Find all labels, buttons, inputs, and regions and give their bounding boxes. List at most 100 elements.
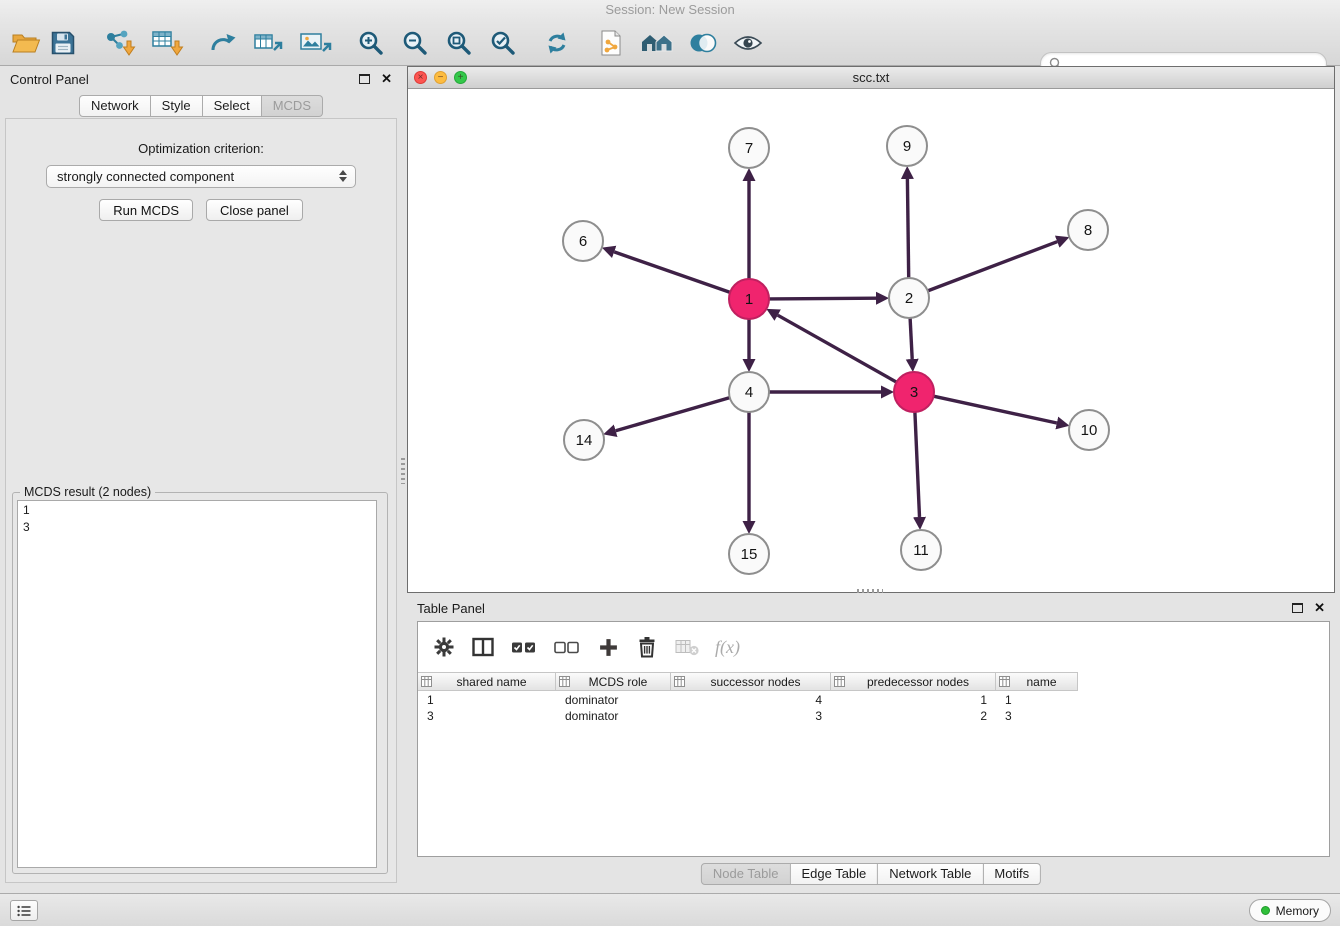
graph-node-14[interactable]: 14	[564, 420, 604, 460]
zoom-selected-icon[interactable]	[488, 25, 518, 61]
save-session-icon[interactable]	[48, 25, 78, 61]
graph-edge-3-1[interactable]	[778, 315, 897, 382]
graph-edge-3-11[interactable]	[915, 412, 920, 517]
memory-button[interactable]: Memory	[1249, 899, 1331, 922]
tab-style[interactable]: Style	[151, 95, 203, 117]
zoom-fit-icon[interactable]	[444, 25, 474, 61]
graph-node-1[interactable]: 1	[729, 279, 769, 319]
column-sort-icon	[834, 676, 845, 687]
chevron-updown-icon	[339, 170, 347, 182]
graph-edge-4-14[interactable]	[616, 398, 730, 431]
svg-text:6: 6	[579, 233, 587, 250]
network-window-titlebar: scc.txt × − +	[408, 67, 1334, 89]
tab-network-table[interactable]: Network Table	[878, 863, 983, 885]
show-columns-icon[interactable]	[471, 633, 495, 661]
graph-node-10[interactable]: 10	[1069, 410, 1109, 450]
export-table-icon[interactable]	[252, 25, 284, 61]
export-image-icon[interactable]	[298, 25, 332, 61]
table-cell: 2	[831, 708, 996, 724]
tab-mcds[interactable]: MCDS	[262, 95, 323, 117]
graph-edge-1-2[interactable]	[769, 298, 876, 299]
column-sort-icon	[999, 676, 1010, 687]
window-minimize-icon[interactable]: −	[434, 71, 447, 84]
graph-edge-2-3[interactable]	[910, 318, 912, 359]
graph-edge-2-9[interactable]	[907, 179, 908, 278]
float-table-panel-icon[interactable]	[1292, 603, 1303, 613]
tab-node-table[interactable]: Node Table	[701, 863, 791, 885]
svg-text:4: 4	[745, 384, 753, 401]
window-close-icon[interactable]: ×	[414, 71, 427, 84]
splitter-handle-horizontal[interactable]	[857, 589, 883, 593]
list-icon	[17, 905, 31, 917]
column-header-name[interactable]: name	[996, 673, 1078, 690]
svg-text:8: 8	[1084, 222, 1092, 239]
run-mcds-button[interactable]: Run MCDS	[99, 199, 193, 221]
refresh-layout-icon[interactable]	[542, 25, 572, 61]
close-panel-icon[interactable]: ✕	[381, 71, 392, 87]
svg-text:15: 15	[741, 546, 758, 563]
table-cell: dominator	[556, 692, 671, 708]
open-file-icon[interactable]	[10, 25, 42, 61]
close-table-panel-icon[interactable]: ✕	[1314, 600, 1325, 616]
delete-table-icon[interactable]	[674, 633, 700, 661]
graph-node-8[interactable]: 8	[1068, 210, 1108, 250]
window-zoom-icon[interactable]: +	[454, 71, 467, 84]
mcds-result-group: MCDS result (2 nodes) 1 3	[12, 492, 388, 874]
mcds-panel: Optimization criterion: strongly connect…	[5, 118, 397, 883]
select-all-icon[interactable]	[510, 633, 538, 661]
splitter-handle-vertical[interactable]	[401, 458, 405, 484]
svg-text:1: 1	[745, 291, 753, 308]
network-canvas[interactable]: 7 9 6 8 1 2 4 3 14 10 15 11	[408, 90, 1334, 592]
optimization-dropdown[interactable]: strongly connected component	[46, 165, 356, 188]
graph-edge-3-10[interactable]	[934, 396, 1057, 423]
eye-icon[interactable]	[732, 25, 764, 61]
delete-column-icon[interactable]	[635, 633, 659, 661]
graph-node-6[interactable]: 6	[563, 221, 603, 261]
column-header-label: shared name	[432, 675, 555, 689]
column-sort-icon	[559, 676, 570, 687]
mcds-result-text[interactable]: 1 3	[17, 500, 377, 868]
import-table-icon[interactable]	[150, 25, 184, 61]
graph-node-4[interactable]: 4	[729, 372, 769, 412]
table-header-row: shared nameMCDS rolesuccessor nodesprede…	[418, 672, 1078, 691]
table-row[interactable]: 3dominator323	[418, 708, 1329, 724]
zoom-in-icon[interactable]	[356, 25, 386, 61]
table-panel-title: Table Panel	[417, 601, 485, 616]
table-settings-icon[interactable]	[432, 633, 456, 661]
graph-node-7[interactable]: 7	[729, 128, 769, 168]
tab-motifs[interactable]: Motifs	[983, 863, 1041, 885]
column-header-mcds-role[interactable]: MCDS role	[556, 673, 671, 690]
close-panel-button[interactable]: Close panel	[206, 199, 303, 221]
copy-network-style-icon[interactable]	[596, 25, 626, 61]
tab-edge-table[interactable]: Edge Table	[790, 863, 878, 885]
deselect-all-icon[interactable]	[553, 633, 581, 661]
tab-network[interactable]: Network	[79, 95, 151, 117]
graph-node-3[interactable]: 3	[894, 372, 934, 412]
float-panel-icon[interactable]	[359, 74, 370, 84]
graph-node-9[interactable]: 9	[887, 126, 927, 166]
column-header-shared-name[interactable]: shared name	[418, 673, 556, 690]
table-row[interactable]: 1dominator411	[418, 692, 1329, 708]
function-builder-label: f(x)	[715, 637, 740, 658]
zoom-out-icon[interactable]	[400, 25, 430, 61]
export-network-icon[interactable]	[208, 25, 238, 61]
graph-edge-2-8[interactable]	[928, 242, 1057, 291]
add-column-icon[interactable]	[596, 633, 620, 661]
tab-select[interactable]: Select	[203, 95, 262, 117]
column-header-predecessor-nodes[interactable]: predecessor nodes	[831, 673, 996, 690]
graph-node-15[interactable]: 15	[729, 534, 769, 574]
graph-node-11[interactable]: 11	[901, 530, 941, 570]
svg-text:10: 10	[1081, 422, 1098, 439]
graph-node-2[interactable]: 2	[889, 278, 929, 318]
network-view[interactable]: 7 9 6 8 1 2 4 3 14 10 15 11	[408, 90, 1334, 592]
graph-edge-1-6[interactable]	[614, 252, 730, 293]
function-builder-icon[interactable]: f(x)	[715, 633, 740, 661]
vizmapper-icon[interactable]	[688, 25, 718, 61]
column-sort-icon	[674, 676, 685, 687]
control-panel-title: Control Panel	[10, 72, 89, 87]
svg-text:3: 3	[910, 384, 918, 401]
panel-list-button[interactable]	[10, 900, 38, 921]
home-icon[interactable]	[640, 25, 674, 61]
import-network-icon[interactable]	[102, 25, 136, 61]
column-header-successor-nodes[interactable]: successor nodes	[671, 673, 831, 690]
